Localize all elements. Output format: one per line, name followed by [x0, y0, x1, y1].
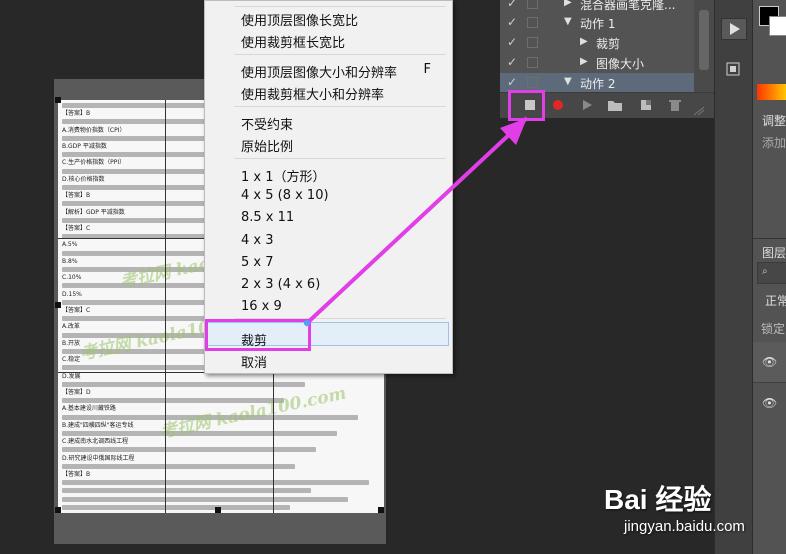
baidu-logo: Bai 经验 [604, 484, 712, 515]
baidu-url: jingyan.baidu.com [624, 518, 745, 535]
annotation-arrow [303, 116, 529, 327]
